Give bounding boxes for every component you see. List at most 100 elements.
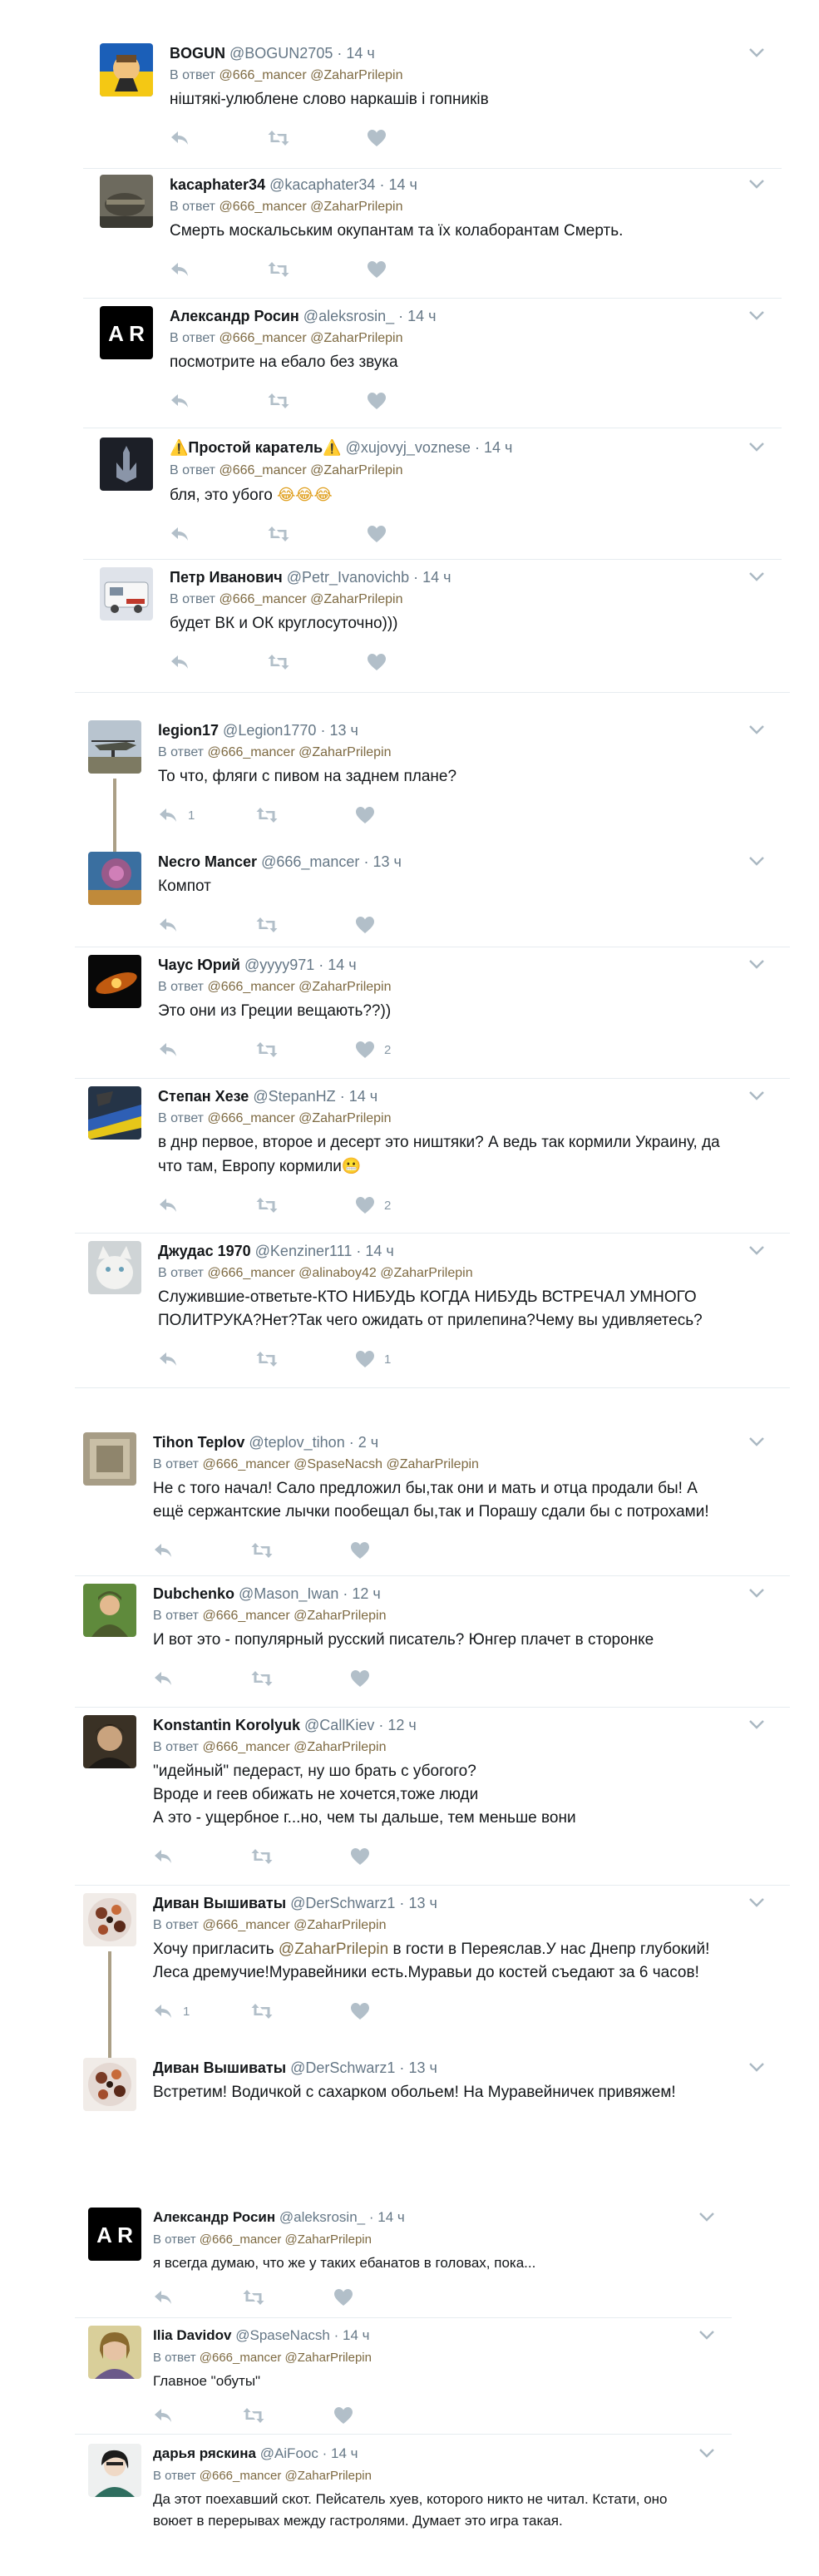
author-name[interactable]: Dubchenko [153, 1585, 234, 1602]
author-handle[interactable]: @CallKiev [304, 1717, 374, 1733]
like-button[interactable] [366, 391, 396, 411]
author-name[interactable]: дарья ряскина [153, 2445, 256, 2461]
author-name[interactable]: BOGUN [170, 45, 225, 62]
mention-link[interactable]: @666_mancer [207, 980, 294, 994]
chevron-down-icon[interactable] [698, 2211, 715, 2222]
author-handle[interactable]: @AiFooc [260, 2445, 318, 2461]
chevron-down-icon[interactable] [748, 309, 765, 321]
chevron-down-icon[interactable] [698, 2329, 715, 2341]
retweet-button[interactable] [251, 1847, 273, 1866]
author-handle[interactable]: @Mason_Iwan [239, 1585, 338, 1602]
like-button[interactable] [349, 2001, 379, 2021]
retweet-button[interactable] [256, 1040, 278, 1060]
author-name[interactable]: Necro Mancer [158, 853, 257, 870]
author-name[interactable]: Степан Хезе [158, 1088, 249, 1105]
retweet-button[interactable] [251, 2001, 273, 2021]
chevron-down-icon[interactable] [748, 855, 765, 867]
retweet-button[interactable] [251, 1540, 273, 1560]
avatar[interactable] [100, 43, 153, 96]
author-name[interactable]: Простой каратель [188, 439, 323, 456]
avatar[interactable] [88, 720, 141, 774]
chevron-down-icon[interactable] [748, 1244, 765, 1256]
author-handle[interactable]: @xujovyj_voznese [346, 439, 471, 456]
author-name[interactable]: Чаус Юрий [158, 957, 240, 973]
timestamp[interactable]: 13 ч [329, 722, 358, 739]
like-button[interactable] [349, 1847, 379, 1866]
like-button[interactable] [354, 915, 384, 935]
timestamp[interactable]: 14 ч [484, 439, 512, 456]
retweet-button[interactable] [251, 1669, 273, 1688]
reply-button[interactable] [170, 128, 200, 148]
like-button[interactable] [366, 524, 396, 544]
like-button[interactable] [349, 1669, 379, 1688]
like-button[interactable]: 1 [354, 1349, 391, 1369]
avatar[interactable] [83, 1432, 136, 1486]
reply-button[interactable] [170, 260, 200, 279]
reply-button[interactable]: 1 [158, 805, 195, 825]
mention-link[interactable]: @ZaharPrilepin [310, 592, 402, 606]
author-handle[interactable]: @BOGUN2705 [229, 45, 333, 62]
author-name[interactable]: Петр Иванович [170, 569, 283, 586]
chevron-down-icon[interactable] [748, 47, 765, 58]
avatar[interactable] [88, 1086, 141, 1140]
timestamp[interactable]: 14 ч [343, 2327, 370, 2343]
reply-button[interactable]: 1 [153, 2001, 190, 2021]
retweet-button[interactable] [268, 524, 289, 544]
avatar[interactable]: A R [100, 306, 153, 359]
avatar[interactable] [83, 1715, 136, 1768]
mention-link[interactable]: @ZaharPrilepin [294, 1740, 386, 1754]
mention-link[interactable]: @ZaharPrilepin [310, 200, 402, 214]
timestamp[interactable]: 14 ч [349, 1088, 377, 1105]
avatar[interactable] [100, 175, 153, 228]
author-name[interactable]: Konstantin Korolyuk [153, 1717, 300, 1733]
like-button[interactable] [366, 128, 396, 148]
mention-link[interactable]: @666_mancer [207, 745, 294, 759]
retweet-button[interactable] [243, 2287, 264, 2307]
mention-link[interactable]: @ZaharPrilepin [387, 1457, 479, 1471]
chevron-down-icon[interactable] [748, 958, 765, 970]
reply-button[interactable] [153, 2287, 183, 2307]
author-name[interactable]: Ilia Davidov [153, 2327, 231, 2343]
author-name[interactable]: Александр Росин [170, 308, 299, 324]
mention-link[interactable]: @666_mancer [219, 68, 306, 82]
reply-button[interactable] [170, 652, 200, 672]
retweet-button[interactable] [256, 1195, 278, 1215]
mention-link[interactable]: @ZaharPrilepin [279, 1941, 388, 1958]
mention-link[interactable]: @666_mancer [219, 331, 306, 345]
mention-link[interactable]: @ZaharPrilepin [294, 1609, 386, 1623]
timestamp[interactable]: 13 ч [408, 2059, 437, 2076]
reply-button[interactable] [153, 1540, 183, 1560]
mention-link[interactable]: @666_mancer [200, 2351, 282, 2365]
timestamp[interactable]: 14 ч [328, 957, 356, 973]
author-handle[interactable]: @DerSchwarz1 [290, 2059, 395, 2076]
reply-button[interactable] [170, 524, 200, 544]
chevron-down-icon[interactable] [698, 2447, 715, 2459]
mention-link[interactable]: @ZaharPrilepin [285, 2469, 372, 2483]
author-name[interactable]: Диван Вышиваты [153, 1895, 286, 1911]
mention-link[interactable]: @ZaharPrilepin [380, 1266, 472, 1280]
avatar[interactable] [88, 2326, 141, 2379]
timestamp[interactable]: 14 ч [377, 2209, 405, 2225]
timestamp[interactable]: 14 ч [346, 45, 374, 62]
avatar[interactable] [88, 852, 141, 905]
author-name[interactable]: Tihon Teplov [153, 1434, 244, 1451]
mention-link[interactable]: @ZaharPrilepin [310, 463, 402, 477]
chevron-down-icon[interactable] [748, 724, 765, 735]
chevron-down-icon[interactable] [748, 571, 765, 582]
timestamp[interactable]: 14 ч [388, 176, 417, 193]
retweet-button[interactable] [256, 805, 278, 825]
timestamp[interactable]: 13 ч [372, 853, 401, 870]
reply-button[interactable] [153, 1669, 183, 1688]
mention-link[interactable]: @666_mancer [219, 200, 306, 214]
mention-link[interactable]: @666_mancer [200, 2469, 282, 2483]
mention-link[interactable]: @alinaboy42 [298, 1266, 377, 1280]
timestamp[interactable]: 2 ч [358, 1434, 378, 1451]
retweet-button[interactable] [243, 2405, 264, 2425]
mention-link[interactable]: @ZaharPrilepin [285, 2351, 372, 2365]
author-handle[interactable]: @teplov_tihon [249, 1434, 344, 1451]
author-name[interactable]: Диван Вышиваты [153, 2059, 286, 2076]
avatar[interactable]: A R [88, 2208, 141, 2261]
author-name[interactable]: legion17 [158, 722, 219, 739]
retweet-button[interactable] [268, 391, 289, 411]
chevron-down-icon[interactable] [748, 178, 765, 190]
